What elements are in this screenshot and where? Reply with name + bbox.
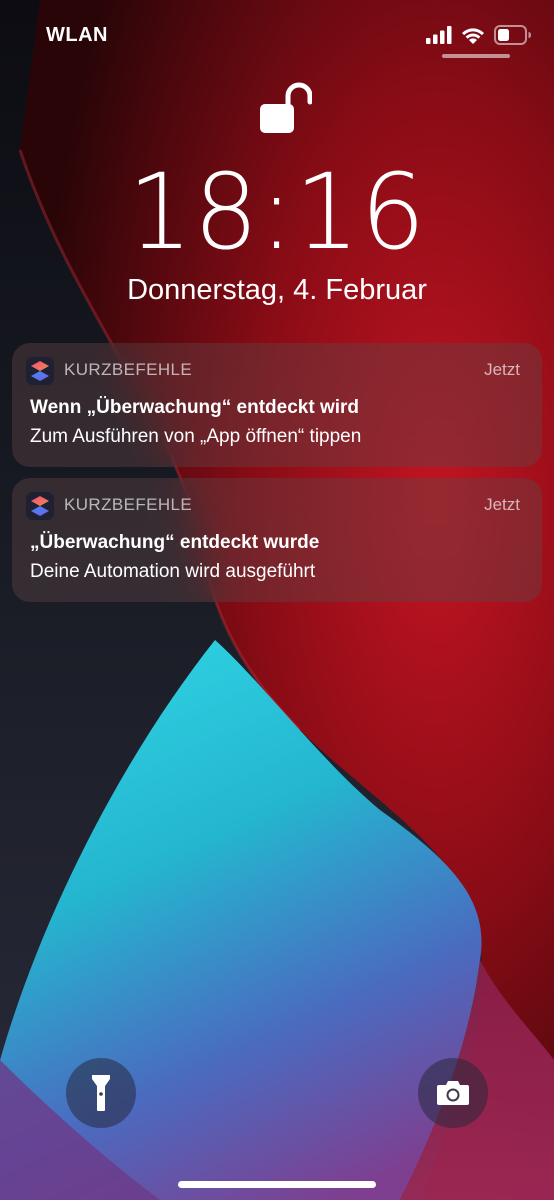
camera-icon xyxy=(437,1081,469,1105)
lock-screen-time: 18:16 xyxy=(127,151,427,273)
notification-app-name: KURZBEFEHLE xyxy=(64,495,193,514)
notification-title: „Überwachung“ entdeckt wurde xyxy=(30,532,320,553)
shortcuts-app-icon xyxy=(26,492,54,520)
notification-card[interactable]: KURZBEFEHLE Jetzt Wenn „Überwachung“ ent… xyxy=(12,343,542,467)
carrier-label: WLAN xyxy=(46,24,108,46)
notification-body: Zum Ausführen von „App öffnen“ tippen xyxy=(30,426,362,447)
battery-icon xyxy=(494,25,531,45)
unlocked-padlock-icon xyxy=(260,82,312,133)
notification-app-name: KURZBEFEHLE xyxy=(64,360,193,379)
notification-time: Jetzt xyxy=(484,495,520,514)
status-icons xyxy=(426,22,532,48)
home-indicator[interactable] xyxy=(178,1181,376,1188)
control-center-indicator[interactable] xyxy=(442,54,510,58)
lock-screen-date: Donnerstag, 4. Februar xyxy=(127,274,427,306)
flashlight-icon xyxy=(92,1075,110,1111)
notification-body: Deine Automation wird ausgeführt xyxy=(30,561,316,582)
cellular-signal-icon xyxy=(426,26,452,44)
notification-card[interactable]: KURZBEFEHLE Jetzt „Überwachung“ entdeckt… xyxy=(12,478,542,602)
notification-title: Wenn „Überwachung“ entdeckt wird xyxy=(30,397,360,418)
notification-time: Jetzt xyxy=(484,360,520,379)
wifi-icon xyxy=(462,28,484,44)
camera-button[interactable] xyxy=(418,1058,488,1128)
status-bar: WLAN xyxy=(0,0,554,70)
flashlight-button[interactable] xyxy=(66,1058,136,1128)
shortcuts-app-icon xyxy=(26,357,54,385)
